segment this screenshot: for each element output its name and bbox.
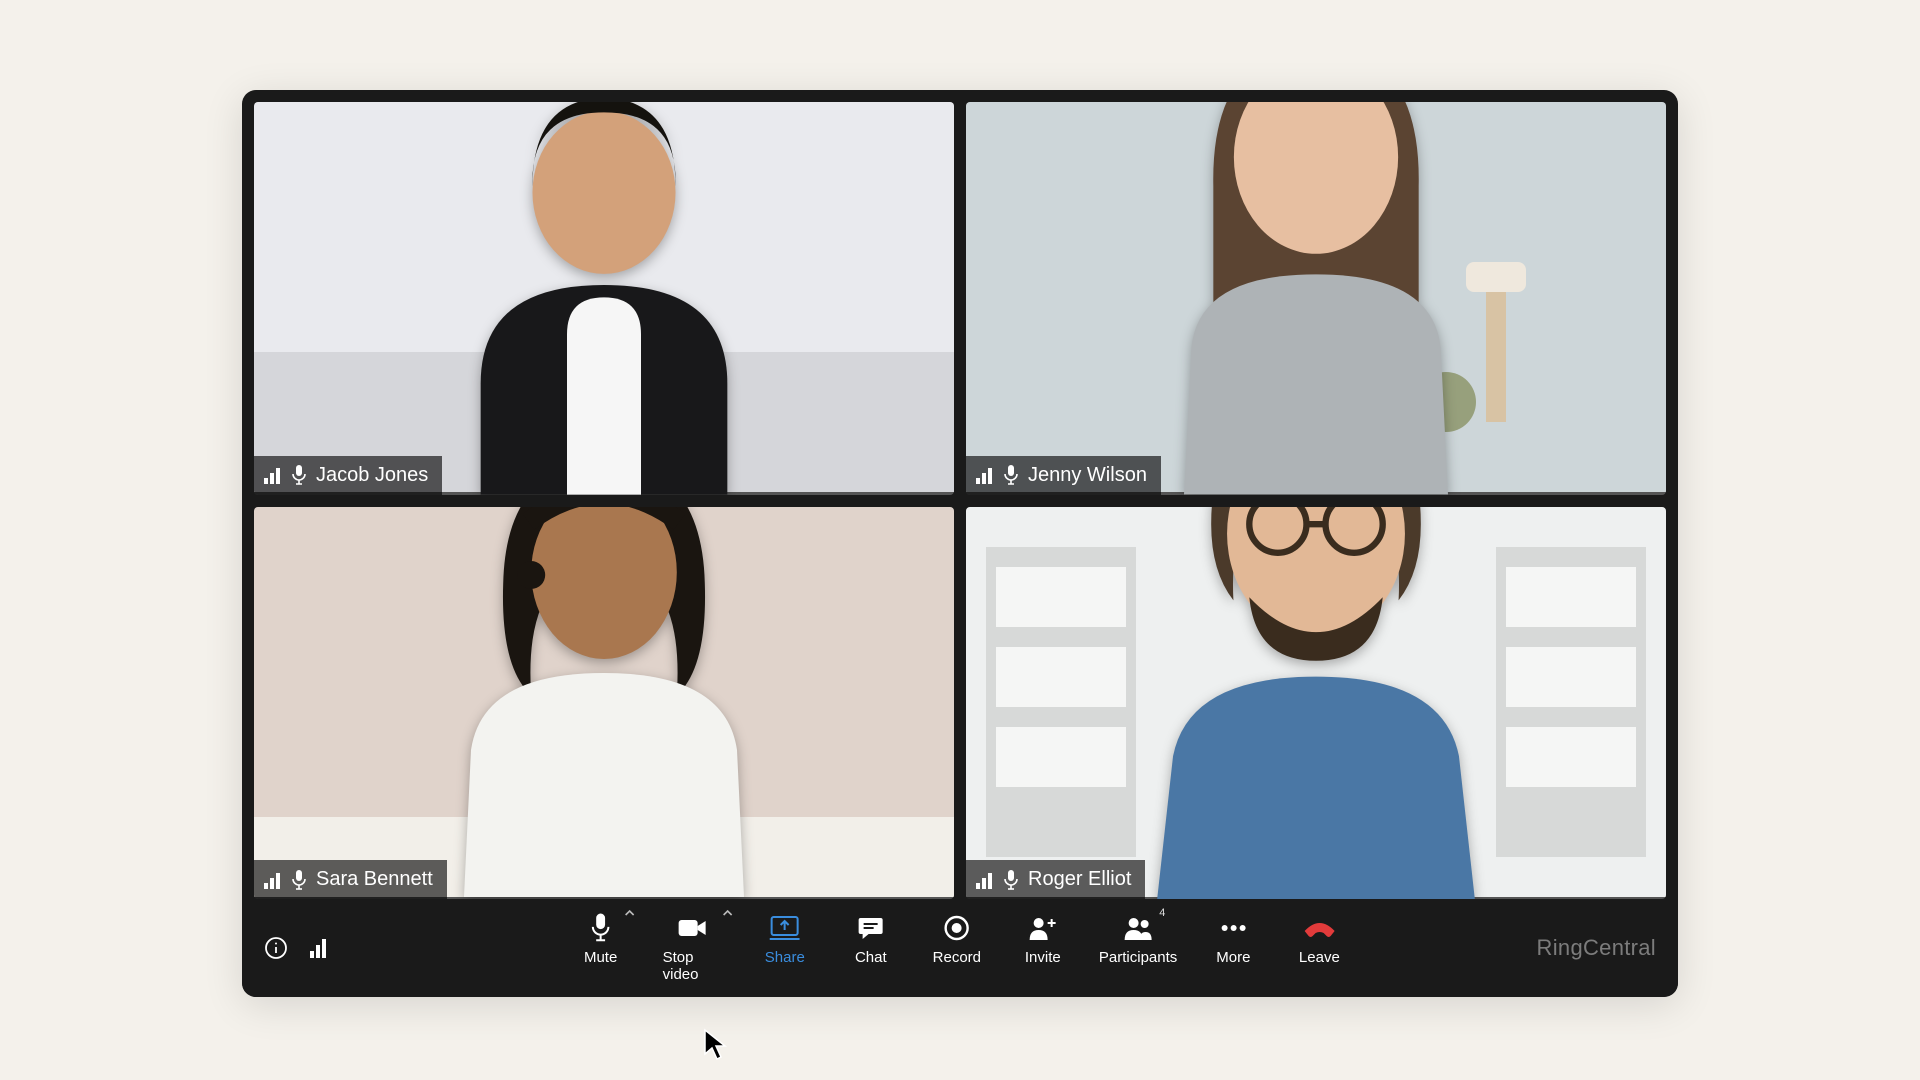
signal-icon bbox=[976, 466, 994, 484]
more-icon bbox=[1219, 913, 1247, 943]
button-label: Leave bbox=[1299, 949, 1340, 966]
more-button[interactable]: More bbox=[1209, 913, 1257, 966]
participant-avatar bbox=[1076, 507, 1556, 900]
button-label: Mute bbox=[584, 949, 617, 966]
participants-button[interactable]: 4 Participants bbox=[1105, 913, 1172, 966]
button-label: Participants bbox=[1099, 949, 1177, 966]
participant-name: Roger Elliot bbox=[1028, 868, 1131, 891]
stop-video-button[interactable]: Stop video bbox=[663, 913, 723, 983]
button-label: Chat bbox=[855, 949, 887, 966]
record-button[interactable]: Record bbox=[933, 913, 981, 966]
signal-icon bbox=[264, 871, 282, 889]
participant-name: Jacob Jones bbox=[316, 464, 428, 487]
participant-avatar bbox=[394, 507, 814, 900]
invite-button[interactable]: Invite bbox=[1019, 913, 1067, 966]
video-grid: Jacob Jones Jenny Wilson bbox=[242, 90, 1678, 899]
participant-tile[interactable]: Jacob Jones bbox=[254, 102, 954, 495]
mic-icon bbox=[1004, 465, 1018, 485]
toolbar-left bbox=[264, 936, 330, 960]
participant-label: Sara Bennett bbox=[254, 860, 447, 899]
mic-icon bbox=[591, 913, 611, 943]
mic-icon bbox=[1004, 870, 1018, 890]
record-icon bbox=[944, 913, 970, 943]
button-label: Stop video bbox=[663, 949, 723, 983]
button-label: Share bbox=[765, 949, 805, 966]
participant-tile[interactable]: Jenny Wilson bbox=[966, 102, 1666, 495]
participant-tile[interactable]: Roger Elliot bbox=[966, 507, 1666, 900]
participant-avatar bbox=[1096, 102, 1536, 495]
chevron-up-icon[interactable] bbox=[723, 909, 733, 917]
share-screen-icon bbox=[770, 913, 800, 943]
toolbar-center: Mute Stop video Share Chat bbox=[577, 913, 1344, 983]
hangup-icon bbox=[1302, 913, 1336, 943]
participant-name: Jenny Wilson bbox=[1028, 464, 1147, 487]
button-label: More bbox=[1216, 949, 1250, 966]
chat-button[interactable]: Chat bbox=[847, 913, 895, 966]
participant-tile[interactable]: Sara Bennett bbox=[254, 507, 954, 900]
participant-label: Jenny Wilson bbox=[966, 456, 1161, 495]
chat-icon bbox=[857, 913, 885, 943]
video-call-window: Jacob Jones Jenny Wilson bbox=[242, 90, 1678, 997]
mic-icon bbox=[292, 870, 306, 890]
mute-button[interactable]: Mute bbox=[577, 913, 625, 966]
participant-name: Sara Bennett bbox=[316, 868, 433, 891]
participant-count-badge: 4 bbox=[1159, 907, 1165, 919]
participant-label: Roger Elliot bbox=[966, 860, 1145, 899]
signal-icon bbox=[976, 871, 994, 889]
participants-icon bbox=[1122, 913, 1154, 943]
button-label: Invite bbox=[1025, 949, 1061, 966]
mic-icon bbox=[292, 465, 306, 485]
signal-icon bbox=[264, 466, 282, 484]
share-button[interactable]: Share bbox=[761, 913, 809, 966]
connection-signal-icon[interactable] bbox=[310, 938, 330, 958]
cursor-icon bbox=[703, 1028, 729, 1062]
leave-button[interactable]: Leave bbox=[1295, 913, 1343, 966]
brand-logo: RingCentral bbox=[1537, 935, 1656, 961]
meeting-toolbar: Mute Stop video Share Chat bbox=[242, 899, 1678, 997]
button-label: Record bbox=[933, 949, 981, 966]
add-user-icon bbox=[1028, 913, 1058, 943]
info-icon[interactable] bbox=[264, 936, 288, 960]
camera-icon bbox=[678, 913, 708, 943]
participant-avatar bbox=[419, 102, 789, 495]
participant-label: Jacob Jones bbox=[254, 456, 442, 495]
chevron-up-icon[interactable] bbox=[625, 909, 635, 917]
